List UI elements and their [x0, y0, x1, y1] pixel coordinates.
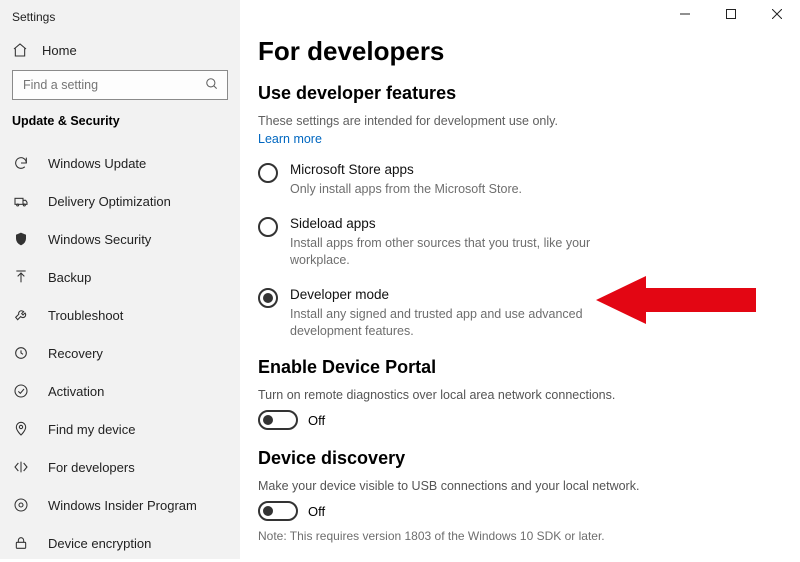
radio-option-developer-mode[interactable]: Developer mode Install any signed and tr…: [258, 287, 780, 340]
radio-option-sideload[interactable]: Sideload apps Install apps from other so…: [258, 216, 780, 269]
sidebar-item-troubleshoot[interactable]: Troubleshoot: [0, 296, 240, 334]
page-title: For developers: [258, 36, 780, 67]
toggle-state-label: Off: [308, 413, 325, 428]
search-input[interactable]: [21, 77, 205, 93]
location-icon: [12, 421, 30, 437]
sidebar-item-windows-insider[interactable]: Windows Insider Program: [0, 486, 240, 524]
sidebar-item-for-developers[interactable]: For developers: [0, 448, 240, 486]
backup-icon: [12, 269, 30, 285]
device-portal-toggle[interactable]: [258, 410, 298, 430]
recovery-icon: [12, 345, 30, 361]
sidebar: Settings Home Update & Security Windows …: [0, 0, 240, 559]
insider-icon: [12, 497, 30, 513]
dev-features-intro: These settings are intended for developm…: [258, 114, 780, 128]
delivery-icon: [12, 193, 30, 209]
radio-label: Developer mode: [290, 287, 620, 302]
device-portal-desc: Turn on remote diagnostics over local ar…: [258, 388, 780, 402]
sidebar-section-heading: Update & Security: [0, 112, 240, 138]
sidebar-item-windows-security[interactable]: Windows Security: [0, 220, 240, 258]
search-icon: [205, 77, 219, 94]
wrench-icon: [12, 307, 30, 323]
radio-desc: Install any signed and trusted app and u…: [290, 306, 620, 340]
sidebar-item-label: Recovery: [48, 346, 103, 361]
sidebar-item-find-my-device[interactable]: Find my device: [0, 410, 240, 448]
device-discovery-desc: Make your device visible to USB connecti…: [258, 479, 780, 493]
radio-icon-selected: [258, 288, 278, 308]
sidebar-item-label: Windows Insider Program: [48, 498, 197, 513]
radio-desc: Only install apps from the Microsoft Sto…: [290, 181, 522, 198]
radio-label: Microsoft Store apps: [290, 162, 522, 177]
lock-icon: [12, 535, 30, 551]
sidebar-item-windows-update[interactable]: Windows Update: [0, 144, 240, 182]
radio-label: Sideload apps: [290, 216, 620, 231]
device-discovery-heading: Device discovery: [258, 448, 780, 469]
radio-option-store-apps[interactable]: Microsoft Store apps Only install apps f…: [258, 162, 780, 198]
sidebar-item-activation[interactable]: Activation: [0, 372, 240, 410]
sidebar-item-delivery-optimization[interactable]: Delivery Optimization: [0, 182, 240, 220]
sidebar-item-label: Activation: [48, 384, 104, 399]
app-title: Settings: [0, 6, 240, 38]
device-discovery-note: Note: This requires version 1803 of the …: [258, 529, 780, 543]
search-box[interactable]: [12, 70, 228, 100]
learn-more-link[interactable]: Learn more: [258, 132, 780, 146]
device-portal-section: Enable Device Portal Turn on remote diag…: [258, 357, 780, 430]
dev-features-heading: Use developer features: [258, 83, 780, 104]
toggle-state-label: Off: [308, 504, 325, 519]
home-nav[interactable]: Home: [0, 38, 240, 70]
device-discovery-section: Device discovery Make your device visibl…: [258, 448, 780, 543]
check-circle-icon: [12, 383, 30, 399]
main-content: For developers Use developer features Th…: [240, 0, 800, 559]
sidebar-item-label: Windows Update: [48, 156, 146, 171]
sidebar-items: Windows Update Delivery Optimization Win…: [0, 138, 240, 562]
sidebar-item-label: Windows Security: [48, 232, 151, 247]
sidebar-item-device-encryption[interactable]: Device encryption: [0, 524, 240, 562]
sidebar-item-label: For developers: [48, 460, 135, 475]
home-label: Home: [42, 43, 77, 58]
sync-icon: [12, 155, 30, 171]
radio-icon: [258, 163, 278, 183]
sidebar-item-label: Troubleshoot: [48, 308, 123, 323]
sidebar-item-backup[interactable]: Backup: [0, 258, 240, 296]
radio-desc: Install apps from other sources that you…: [290, 235, 620, 269]
developers-icon: [12, 459, 30, 475]
sidebar-item-label: Backup: [48, 270, 91, 285]
device-portal-heading: Enable Device Portal: [258, 357, 780, 378]
sidebar-item-label: Delivery Optimization: [48, 194, 171, 209]
sidebar-item-recovery[interactable]: Recovery: [0, 334, 240, 372]
radio-icon: [258, 217, 278, 237]
device-discovery-toggle[interactable]: [258, 501, 298, 521]
sidebar-item-label: Device encryption: [48, 536, 151, 551]
home-icon: [12, 42, 28, 58]
shield-icon: [12, 231, 30, 247]
sidebar-item-label: Find my device: [48, 422, 135, 437]
dev-mode-radio-group: Microsoft Store apps Only install apps f…: [258, 162, 780, 339]
